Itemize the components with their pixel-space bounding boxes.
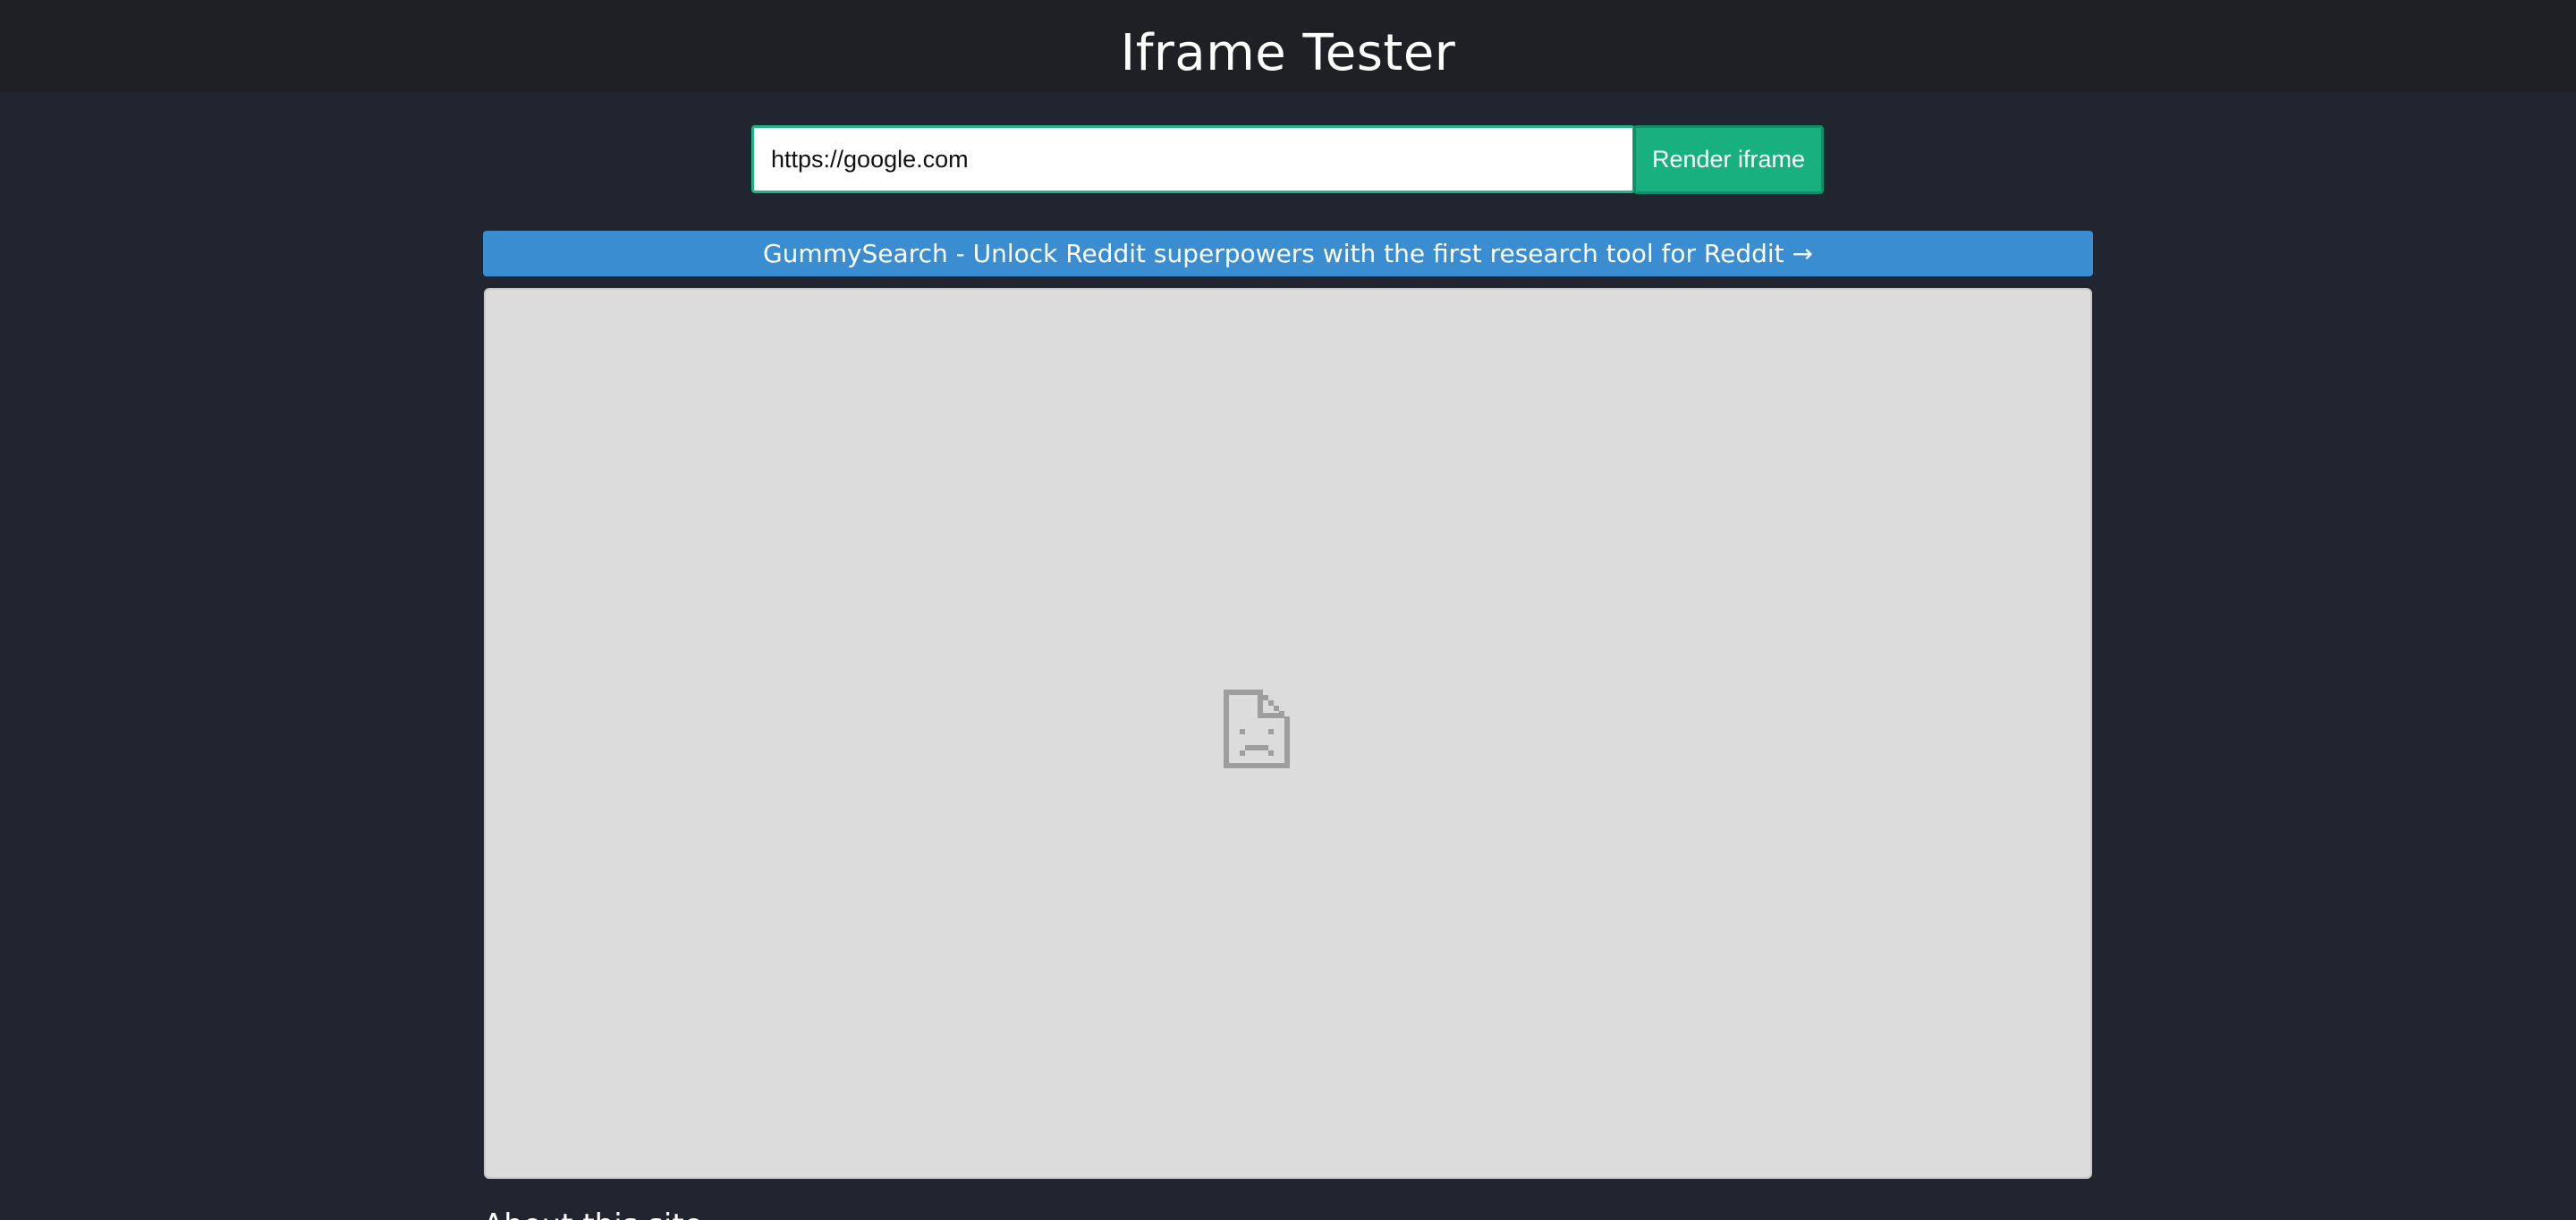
promo-banner-link[interactable]: GummySearch - Unlock Reddit superpowers … — [483, 231, 2093, 276]
page-title: Iframe Tester — [1120, 24, 1456, 82]
iframe-preview[interactable] — [484, 288, 2092, 1179]
url-input[interactable] — [751, 125, 1635, 193]
about-heading: About this site — [483, 1207, 703, 1220]
page: Iframe Tester Render iframe GummySearch … — [0, 0, 2576, 1220]
render-iframe-button[interactable]: Render iframe — [1633, 125, 1824, 194]
sad-document-icon — [1224, 690, 1290, 768]
